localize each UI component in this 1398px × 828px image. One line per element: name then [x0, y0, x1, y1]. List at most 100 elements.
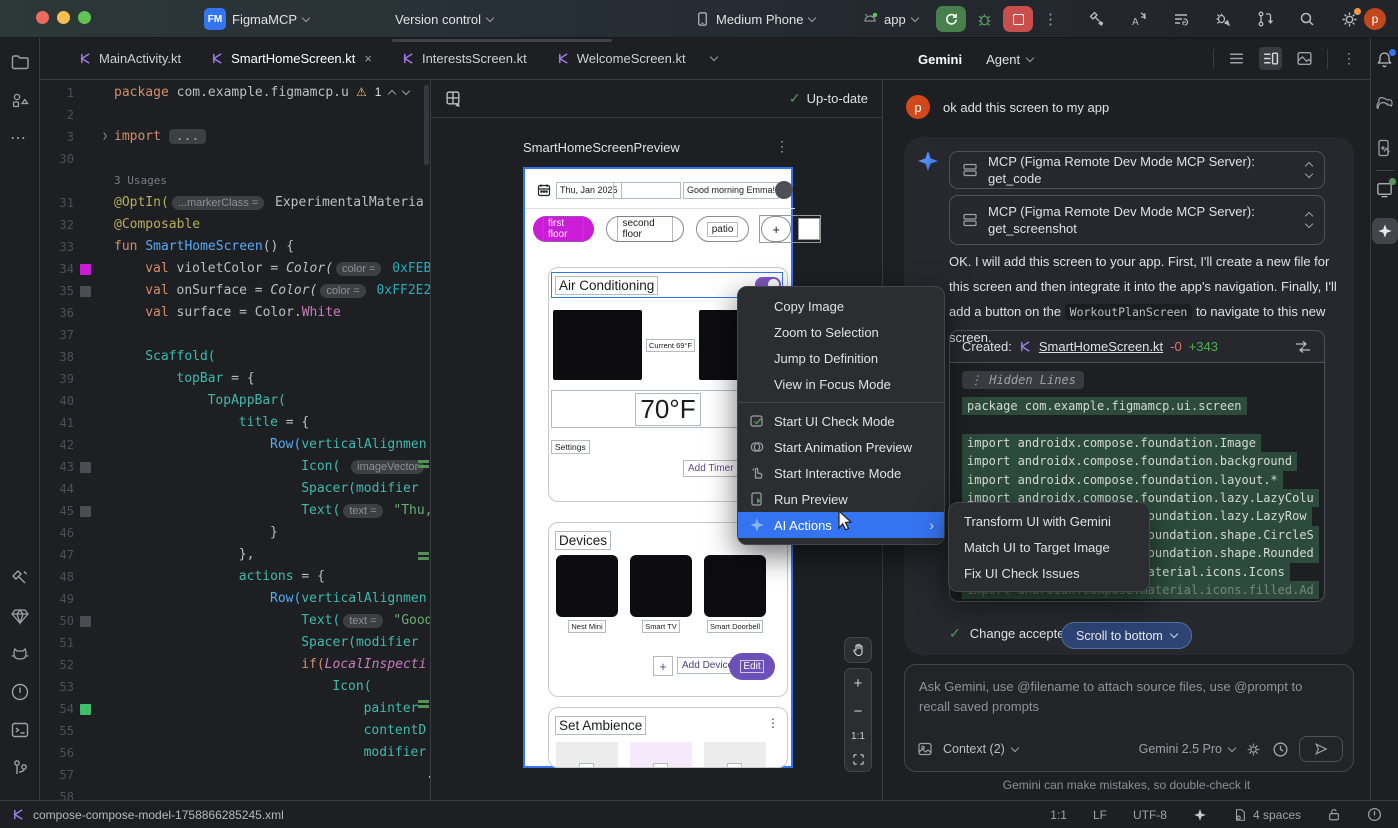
code-line[interactable]: 31@OptIn(...markerClass = ExperimentalMa… [40, 192, 430, 214]
ambience-swatch[interactable] [704, 742, 766, 768]
line-number[interactable]: 47 [40, 544, 74, 566]
editor-tab[interactable]: WelcomeScreen.kt [542, 38, 701, 79]
code-line[interactable]: 2 [40, 104, 430, 126]
line-ending[interactable]: LF [1093, 808, 1107, 822]
line-number[interactable]: 42 [40, 434, 74, 456]
run-config-selector[interactable]: app [862, 0, 918, 38]
floor-chip[interactable]: second floor [606, 216, 683, 242]
code-editor[interactable]: 1package com.example.figmamcp.u23❯import… [40, 80, 430, 800]
device-tile[interactable]: Nest Mini [556, 555, 618, 633]
profiler-icon[interactable] [1214, 10, 1232, 28]
gradle-icon[interactable] [1375, 93, 1395, 113]
line-number[interactable]: 48 [40, 566, 74, 588]
open-diff-icon[interactable] [1294, 340, 1312, 354]
indent-setting[interactable]: 4 spaces [1233, 808, 1301, 822]
project-widget[interactable]: FM FigmaMCP [204, 0, 309, 38]
line-number[interactable]: 34 [40, 258, 74, 280]
gemini-tool-button[interactable] [1372, 218, 1398, 244]
gemini-tab[interactable]: Gemini [918, 52, 962, 67]
code-view-icon[interactable] [1228, 50, 1245, 67]
scroll-to-bottom-button[interactable]: Scroll to bottom [1061, 622, 1192, 649]
code-line[interactable]: 34val violetColor = Color(color = 0xFEB [40, 258, 430, 280]
editor-options-icon[interactable]: ⋮ [1342, 50, 1356, 67]
editor-tab[interactable]: MainActivity.kt [64, 38, 196, 79]
more-actions-icon[interactable]: ⋮ [1043, 10, 1058, 28]
code-line[interactable]: 55contentD [40, 720, 430, 742]
add-timer-button[interactable]: Add Timer [683, 460, 739, 477]
code-line[interactable]: 50Text(text = "Good [40, 610, 430, 632]
line-number[interactable]: 31 [40, 192, 74, 214]
tabs-scrollbar[interactable] [392, 39, 612, 42]
todo-list-icon[interactable] [1172, 10, 1190, 28]
maximize-window-button[interactable] [78, 11, 91, 24]
code-line[interactable]: 44Spacer(modifier [40, 478, 430, 500]
code-line[interactable]: 46} [40, 522, 430, 544]
sync-ab-icon[interactable]: A [1130, 10, 1148, 28]
agent-tab[interactable]: Agent [986, 52, 1033, 67]
code-line[interactable]: 41title = { [40, 412, 430, 434]
code-line[interactable]: 30 [40, 148, 430, 170]
unlock-icon[interactable] [1327, 807, 1341, 822]
color-swatch[interactable] [80, 462, 91, 473]
pan-button[interactable] [844, 637, 872, 663]
device-tile[interactable]: Smart Doorbell [704, 555, 766, 633]
line-number[interactable]: 51 [40, 632, 74, 654]
code-line[interactable]: 49Row(verticalAlignmen [40, 588, 430, 610]
stop-button[interactable] [1003, 6, 1033, 32]
minimize-window-button[interactable] [57, 11, 70, 24]
notifications-widget[interactable] [1375, 50, 1395, 70]
editor-scrollbar[interactable] [424, 85, 429, 165]
tool-call-card[interactable]: MCP (Figma Remote Dev Mode MCP Server): … [949, 151, 1325, 189]
line-number[interactable]: 57 [40, 764, 74, 786]
line-number[interactable]: 38 [40, 346, 74, 368]
usages-hint[interactable]: 3 Usages [114, 170, 167, 192]
design-view-icon[interactable] [1296, 50, 1313, 67]
zoom-in-button[interactable]: + [854, 675, 863, 692]
menu-item[interactable]: Run Preview [738, 486, 944, 512]
terminal-icon[interactable] [10, 720, 30, 740]
close-tab-icon[interactable]: × [364, 51, 372, 66]
line-number[interactable]: 35 [40, 280, 74, 302]
code-line[interactable]: 52if(LocalInspecti [40, 654, 430, 676]
color-swatch[interactable] [80, 616, 91, 627]
send-button[interactable] [1299, 736, 1343, 762]
zoom-out-button[interactable]: − [854, 703, 863, 720]
close-window-button[interactable] [36, 11, 49, 24]
code-line[interactable]: 47}, [40, 544, 430, 566]
line-number[interactable]: 52 [40, 654, 74, 676]
pull-request-icon[interactable] [1256, 10, 1274, 28]
inspections-icon[interactable] [1367, 807, 1382, 822]
menu-item[interactable]: Copy Image [738, 293, 944, 319]
submenu-item[interactable]: Match UI to Target Image [949, 534, 1149, 560]
menu-item[interactable]: Start Animation Preview [738, 434, 944, 460]
prompt-input[interactable]: Ask Gemini, use @filename to attach sour… [904, 664, 1354, 772]
window-controls[interactable] [36, 11, 91, 24]
device-tile[interactable]: Smart TV [630, 555, 692, 633]
model-selector[interactable]: Gemini 2.5 Pro [1139, 742, 1235, 756]
line-number[interactable]: 46 [40, 522, 74, 544]
line-number[interactable]: 58 [40, 786, 74, 800]
code-line[interactable]: 38Scaffold( [40, 346, 430, 368]
code-line[interactable]: 32@Composable [40, 214, 430, 236]
line-number[interactable]: 40 [40, 390, 74, 412]
code-line[interactable]: 35val onSurface = Color(color = 0xFF2E2 [40, 280, 430, 302]
settings-widget[interactable] [1340, 10, 1359, 29]
line-number[interactable]: 30 [40, 148, 74, 170]
tool-call-card[interactable]: MCP (Figma Remote Dev Mode MCP Server): … [949, 195, 1325, 245]
editor-tab[interactable]: InterestsScreen.kt [387, 38, 542, 79]
color-swatch[interactable] [80, 704, 91, 715]
code-line[interactable]: 51Spacer(modifier [40, 632, 430, 654]
line-number[interactable]: 1 [40, 82, 74, 104]
menu-item[interactable]: Start Interactive Mode [738, 460, 944, 486]
line-number[interactable]: 33 [40, 236, 74, 258]
fit-to-screen-icon[interactable] [852, 753, 865, 766]
line-number[interactable]: 41 [40, 412, 74, 434]
expand-icon[interactable] [1306, 163, 1312, 177]
code-line[interactable]: 56modifier [40, 742, 430, 764]
code-line[interactable]: 37 [40, 324, 430, 346]
created-file-link[interactable]: SmartHomeScreen.kt [1039, 339, 1163, 354]
line-number[interactable]: 3 [40, 126, 74, 148]
color-swatch[interactable] [80, 286, 91, 297]
edit-button[interactable]: Edit [729, 653, 775, 680]
line-number[interactable]: 44 [40, 478, 74, 500]
